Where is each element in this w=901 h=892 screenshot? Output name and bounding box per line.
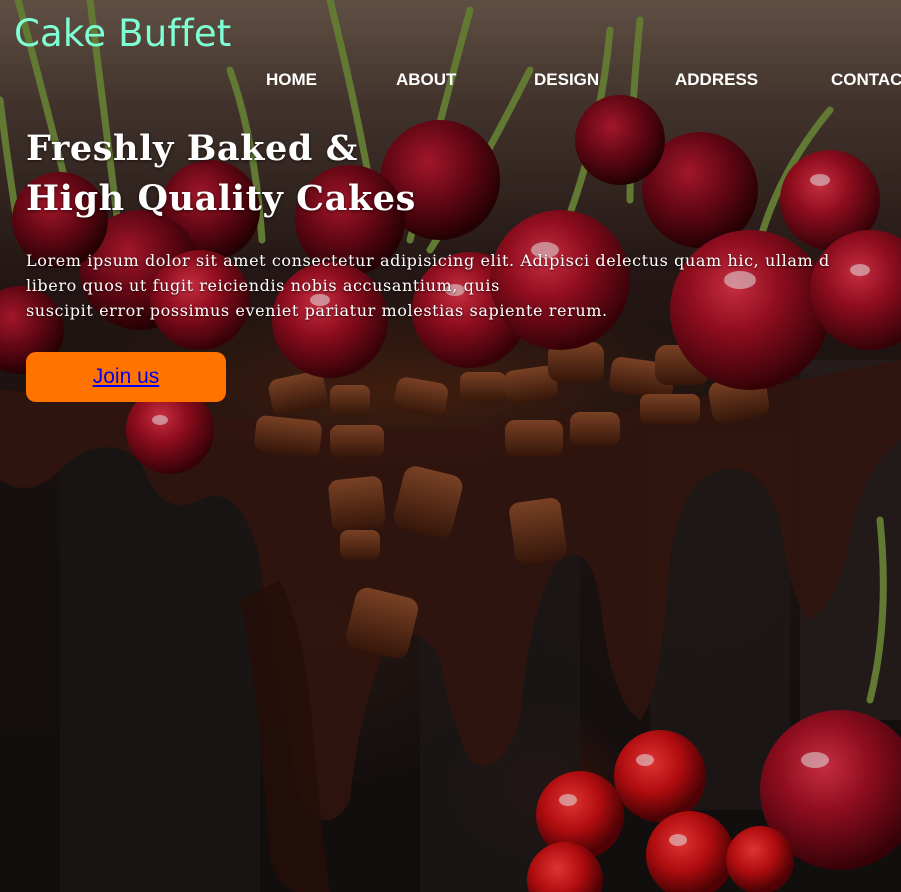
hero-description-line2: libero quos ut fugit reiciendis nobis ac…	[26, 276, 500, 295]
nav-link-contact[interactable]: CONTAC	[831, 70, 901, 90]
hero-description-line3: suscipit error possimus eveniet pariatur…	[26, 301, 608, 320]
nav-link-design[interactable]: DESIGN	[534, 70, 599, 90]
hero-description-line1: Lorem ipsum dolor sit amet consectetur a…	[26, 251, 830, 270]
hero-headline-line2: High Quality Cakes	[26, 178, 416, 219]
nav-link-home[interactable]: HOME	[266, 70, 317, 90]
nav-link-address[interactable]: ADDRESS	[675, 70, 758, 90]
hero-section: Cake Buffet HOME ABOUT DESIGN ADDRESS CO…	[0, 0, 901, 892]
hero-headline-line1: Freshly Baked &	[26, 128, 358, 169]
join-us-button[interactable]: Join us	[26, 352, 226, 402]
hero-description: Lorem ipsum dolor sit amet consectetur a…	[26, 248, 901, 323]
main-nav: HOME ABOUT DESIGN ADDRESS CONTAC	[0, 70, 901, 94]
nav-link-about[interactable]: ABOUT	[396, 70, 456, 90]
hero-headline: Freshly Baked & High Quality Cakes	[26, 124, 416, 224]
site-logo[interactable]: Cake Buffet	[14, 12, 232, 55]
